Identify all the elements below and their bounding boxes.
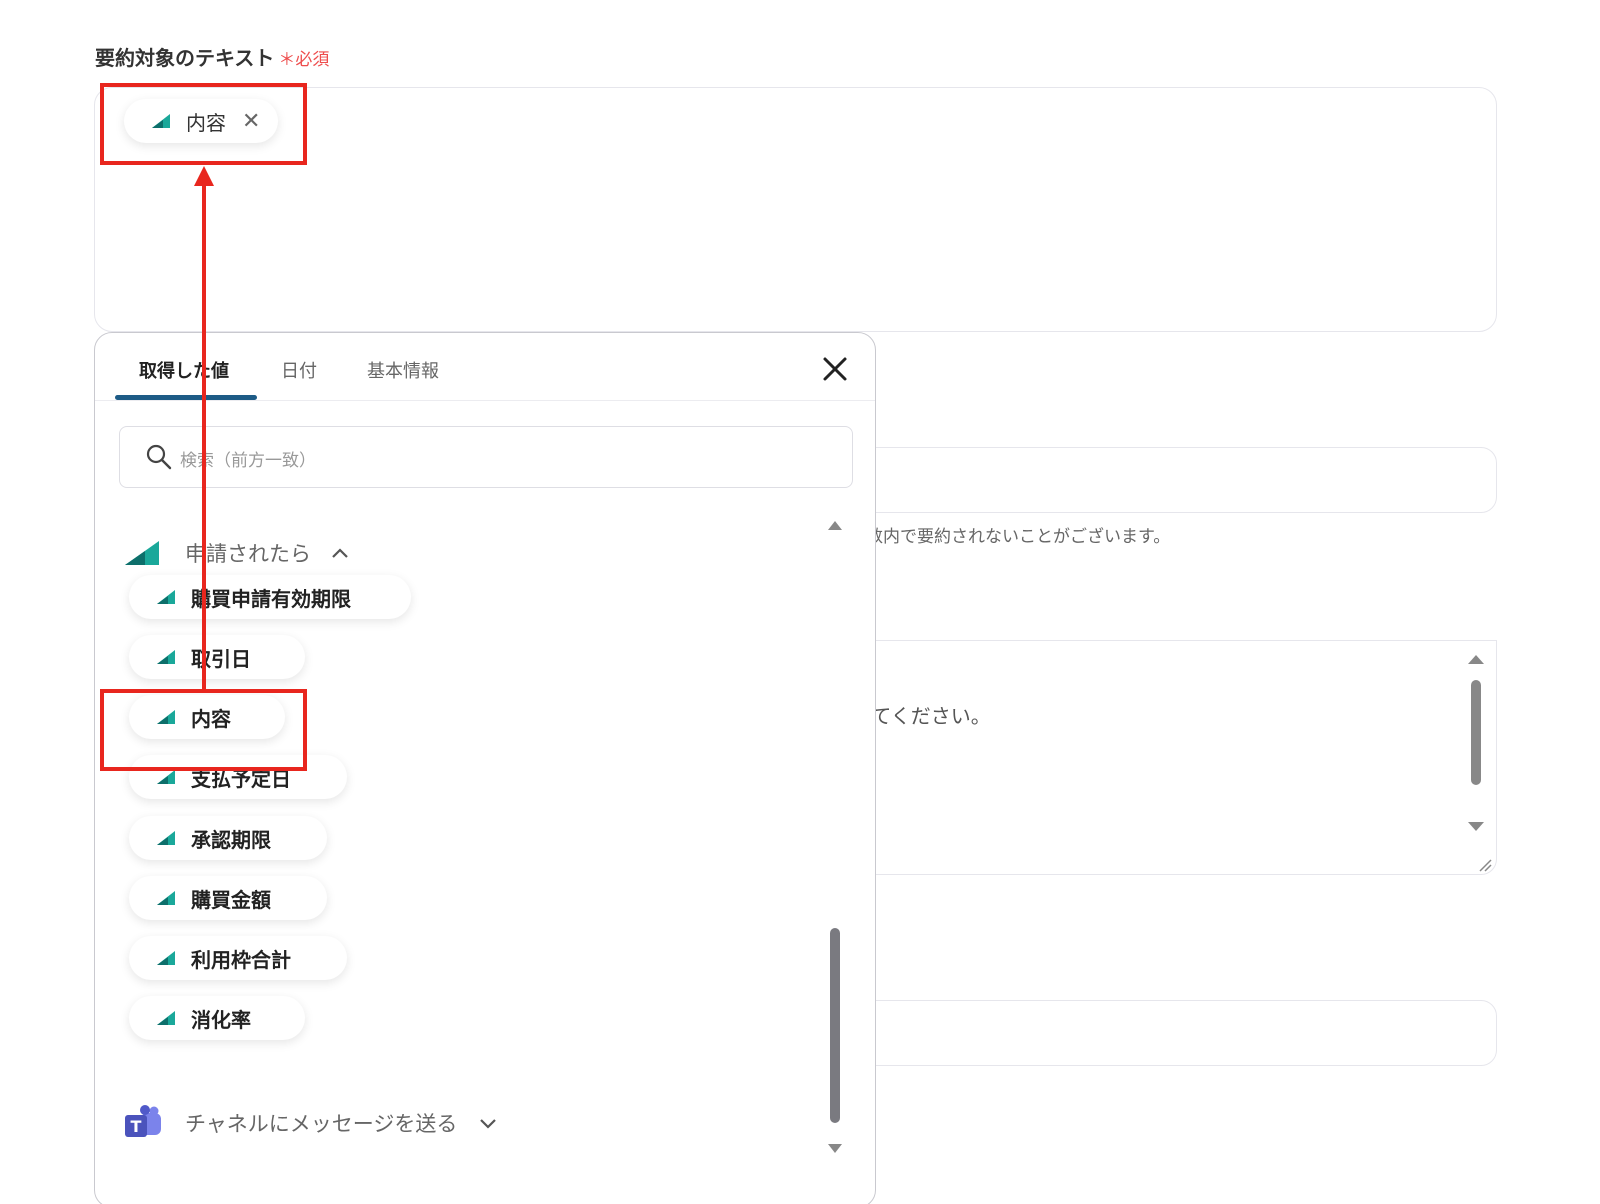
list-item-label: 消化率 [191,1007,251,1032]
group-header-teams[interactable]: T チャネルにメッセージを送る [123,1103,497,1143]
list-item-label: 購買金額 [191,887,271,912]
yoom-app-icon [157,650,175,664]
yoom-app-icon [157,831,175,845]
yoom-app-icon [157,1011,175,1025]
group2-title: チャネルにメッセージを送る [185,1112,458,1136]
tab-date[interactable]: 日付 [281,357,317,383]
search-placeholder: 検索（前方一致） [180,451,316,471]
list-item[interactable]: 取引日 [129,635,305,679]
tab-basic-info[interactable]: 基本情報 [367,357,439,383]
background-input-1[interactable] [820,447,1497,513]
popup-scrollbar[interactable] [827,518,843,1168]
arrow-head-icon [194,166,214,186]
yoom-app-icon [157,951,175,965]
scroll-up-arrow-icon [828,521,842,530]
background-textarea[interactable] [820,640,1497,875]
yoom-app-icon [157,891,175,905]
background-textarea-scrollbar[interactable] [1466,650,1486,840]
list-item-label: 承認期限 [191,827,271,852]
popup-tabs: 取得した値 日付 基本情報 [95,333,875,401]
resize-handle-icon[interactable] [1478,858,1492,872]
highlight-box-selected [100,83,307,165]
group-header-application[interactable]: 申請されたら [123,533,349,573]
list-item-label: 利用枠合計 [191,947,291,972]
scroll-up-arrow-icon [1468,655,1484,664]
field-label-text: 要約対象のテキスト [95,46,275,70]
background-hint: 数内で要約されないことがございます。 [866,527,1171,547]
background-input-2[interactable] [820,1000,1497,1066]
scroll-thumb[interactable] [1471,680,1481,785]
active-tab-indicator [115,395,257,400]
teams-icon: T [125,1105,161,1137]
search-icon [146,444,172,470]
chevron-down-icon [480,1119,497,1129]
required-mark: ＊必須 [278,50,330,70]
list-item[interactable]: 承認期限 [129,816,327,860]
list-item-label: 取引日 [191,646,251,671]
field-label: 要約対象のテキスト ＊必須 [95,42,329,71]
scroll-down-arrow-icon [1468,822,1484,831]
list-item-label: 購買申請有効期限 [191,586,351,611]
search-input[interactable]: 検索（前方一致） [119,426,853,488]
svg-text:T: T [131,1117,142,1136]
list-item[interactable]: 消化率 [129,996,305,1040]
list-item[interactable]: 購買申請有効期限 [129,575,411,619]
yoom-app-icon [157,590,175,604]
list-item[interactable]: 利用枠合計 [129,936,347,980]
highlight-box-item [100,689,307,771]
close-icon[interactable] [819,353,851,385]
scroll-down-arrow-icon [828,1144,842,1153]
scroll-thumb[interactable] [830,928,840,1123]
arrow-shaft [202,182,206,692]
chevron-up-icon [332,548,348,558]
yoom-app-icon [125,541,159,565]
tab-acquired-values[interactable]: 取得した値 [139,357,229,383]
list-item[interactable]: 購買金額 [129,876,327,920]
